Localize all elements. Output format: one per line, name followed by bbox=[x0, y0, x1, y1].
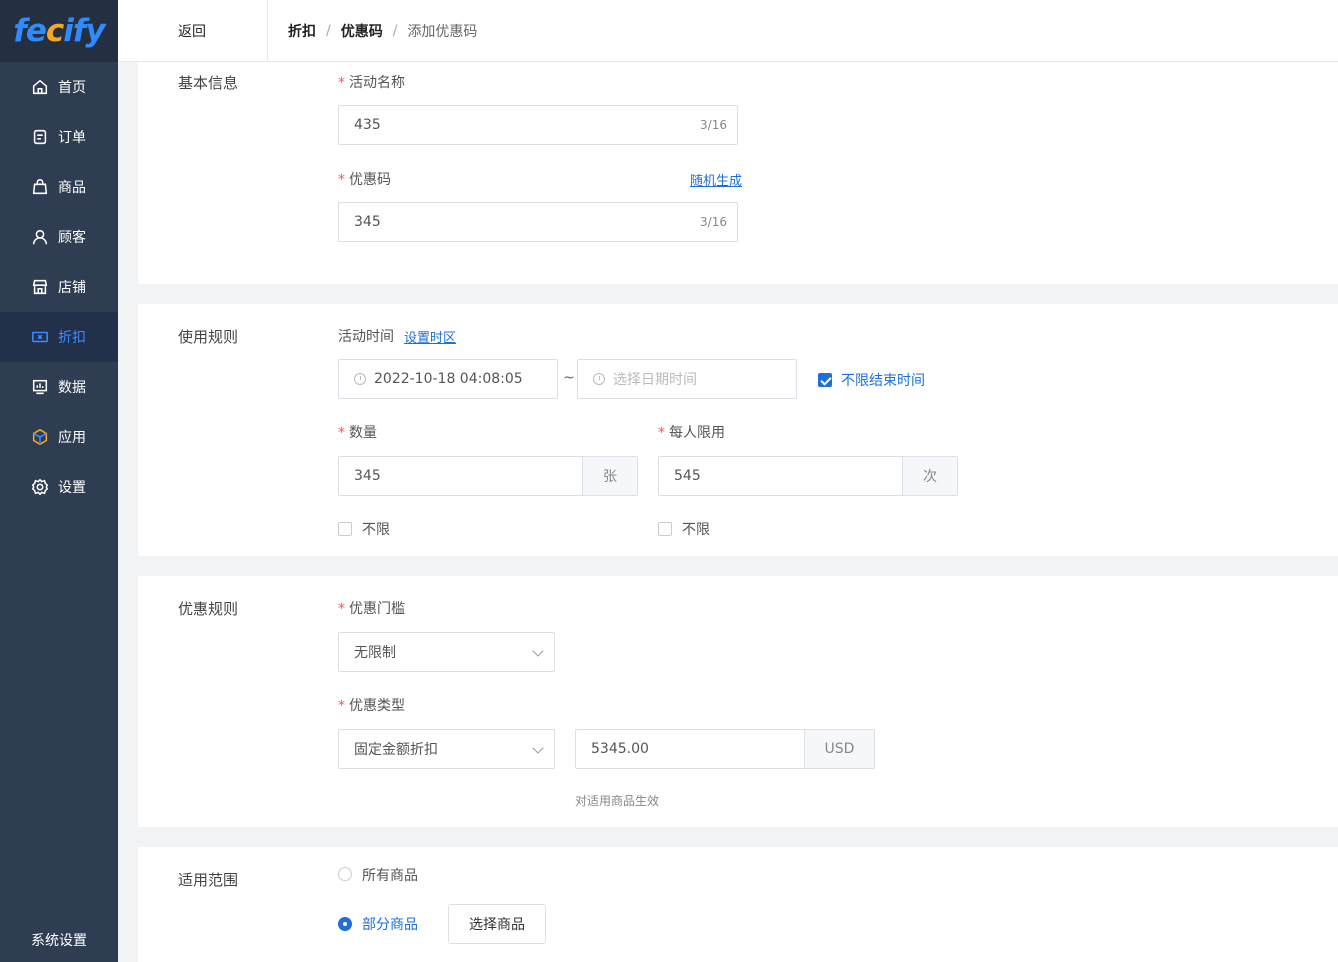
sidebar-item-products[interactable]: 商品 bbox=[0, 162, 118, 212]
sidebar-item-settings[interactable]: 设置 bbox=[0, 462, 118, 512]
store-icon bbox=[30, 277, 50, 297]
no-end-time-checkbox[interactable] bbox=[818, 373, 832, 387]
home-icon bbox=[30, 77, 50, 97]
sidebar-item-label: 首页 bbox=[58, 80, 86, 96]
quantity-input[interactable]: 345 张 bbox=[338, 456, 638, 496]
discount-amount-input[interactable]: 5345.00 USD bbox=[575, 729, 875, 769]
ticket-icon bbox=[30, 327, 50, 347]
all-products-label[interactable]: 所有商品 bbox=[362, 865, 418, 885]
per-user-limit-input[interactable]: 545 次 bbox=[658, 456, 958, 496]
per-user-unlimited-checkbox[interactable] bbox=[658, 522, 672, 536]
char-counter: 3/16 bbox=[700, 118, 727, 132]
char-counter: 3/16 bbox=[700, 215, 727, 229]
breadcrumb-separator: / bbox=[326, 22, 331, 39]
breadcrumb: 折扣 / 优惠码 / 添加优惠码 bbox=[268, 21, 477, 41]
end-time-input[interactable]: 选择日期时间 bbox=[577, 359, 797, 399]
logo-text: fecify bbox=[13, 13, 105, 49]
scope-card: 适用范围 所有商品 部分商品 选择商品 bbox=[138, 847, 1338, 962]
partial-products-label[interactable]: 部分商品 bbox=[362, 914, 418, 934]
top-header: 返回 折扣 / 优惠码 / 添加优惠码 bbox=[118, 0, 1338, 62]
sidebar-item-label: 设置 bbox=[58, 480, 86, 496]
order-icon bbox=[30, 127, 50, 147]
back-button[interactable]: 返回 bbox=[118, 0, 268, 62]
sidebar-item-apps[interactable]: 应用 bbox=[0, 412, 118, 462]
threshold-select[interactable]: 无限制 bbox=[338, 632, 555, 672]
choose-products-button[interactable]: 选择商品 bbox=[448, 904, 546, 944]
activity-name-input[interactable]: 435 3/16 bbox=[338, 105, 738, 145]
sidebar-item-customers[interactable]: 顾客 bbox=[0, 212, 118, 262]
activity-name-label: * 活动名称 bbox=[338, 75, 405, 91]
sidebar: fecify 首页 订单 商品 顾客 店铺 折扣 数据 应用 设置 系统设置 bbox=[0, 0, 118, 962]
discount-type-label: * 优惠类型 bbox=[338, 698, 405, 714]
range-separator: ~ bbox=[563, 370, 575, 386]
basic-info-card: 基本信息 * 活动名称 435 3/16 * 优惠码 随机生成 345 3/16 bbox=[138, 62, 1338, 284]
quantity-unit: 张 bbox=[582, 457, 637, 495]
breadcrumb-current: 添加优惠码 bbox=[407, 23, 478, 40]
sidebar-item-label: 订单 bbox=[58, 130, 86, 146]
section-title-basic: 基本信息 bbox=[178, 74, 239, 92]
sidebar-item-label: 顾客 bbox=[58, 230, 86, 246]
system-settings-link[interactable]: 系统设置 bbox=[0, 930, 118, 950]
sidebar-item-label: 折扣 bbox=[58, 330, 86, 346]
coupon-code-label: * 优惠码 bbox=[338, 172, 391, 188]
coupon-code-input[interactable]: 345 3/16 bbox=[338, 202, 738, 242]
chart-icon bbox=[30, 377, 50, 397]
all-products-radio[interactable] bbox=[338, 867, 352, 881]
threshold-label: * 优惠门槛 bbox=[338, 601, 405, 617]
section-title-scope: 适用范围 bbox=[178, 871, 239, 889]
quantity-unlimited-checkbox[interactable] bbox=[338, 522, 352, 536]
box-icon bbox=[30, 427, 50, 447]
gear-icon bbox=[30, 477, 50, 497]
sidebar-item-label: 应用 bbox=[58, 430, 86, 446]
partial-products-radio[interactable] bbox=[338, 917, 352, 931]
random-generate-link[interactable]: 随机生成 bbox=[690, 170, 742, 189]
bag-icon bbox=[30, 177, 50, 197]
sidebar-item-store[interactable]: 店铺 bbox=[0, 262, 118, 312]
per-user-unit: 次 bbox=[902, 457, 957, 495]
per-user-limit-label: * 每人限用 bbox=[658, 425, 725, 441]
clock-icon bbox=[354, 373, 366, 385]
sidebar-item-label: 商品 bbox=[58, 180, 86, 196]
user-icon bbox=[30, 227, 50, 247]
sidebar-item-home[interactable]: 首页 bbox=[0, 62, 118, 112]
main-content: 基本信息 * 活动名称 435 3/16 * 优惠码 随机生成 345 3/16 使… bbox=[118, 62, 1338, 962]
quantity-label: * 数量 bbox=[338, 425, 377, 441]
no-end-time-label[interactable]: 不限结束时间 bbox=[841, 370, 925, 390]
per-user-unlimited-label[interactable]: 不限 bbox=[682, 519, 710, 539]
sidebar-item-orders[interactable]: 订单 bbox=[0, 112, 118, 162]
clock-icon bbox=[593, 373, 605, 385]
chevron-down-icon bbox=[532, 645, 544, 657]
sidebar-item-label: 店铺 bbox=[58, 280, 86, 296]
breadcrumb-discount[interactable]: 折扣 bbox=[288, 21, 316, 41]
breadcrumb-separator: / bbox=[392, 22, 398, 39]
logo[interactable]: fecify bbox=[0, 0, 118, 62]
currency-unit: USD bbox=[804, 730, 874, 768]
quantity-unlimited-label[interactable]: 不限 bbox=[362, 519, 390, 539]
section-title-discount: 优惠规则 bbox=[178, 600, 239, 618]
set-timezone-link[interactable]: 设置时区 bbox=[404, 327, 456, 346]
discount-rules-card: 优惠规则 * 优惠门槛 无限制 * 优惠类型 固定金额折扣 5345.00 USD … bbox=[138, 576, 1338, 827]
discount-hint: 对适用商品生效 bbox=[575, 794, 660, 808]
breadcrumb-coupon[interactable]: 优惠码 bbox=[341, 21, 383, 41]
start-time-input[interactable]: 2022-10-18 04:08:05 bbox=[338, 359, 558, 399]
sidebar-item-label: 数据 bbox=[58, 380, 86, 396]
activity-time-label: 活动时间 bbox=[338, 329, 394, 345]
chevron-down-icon bbox=[532, 742, 544, 754]
sidebar-item-discount[interactable]: 折扣 bbox=[0, 312, 118, 362]
section-title-usage: 使用规则 bbox=[178, 328, 239, 346]
discount-type-select[interactable]: 固定金额折扣 bbox=[338, 729, 555, 769]
sidebar-item-data[interactable]: 数据 bbox=[0, 362, 118, 412]
usage-rules-card: 使用规则 活动时间 设置时区 2022-10-18 04:08:05 ~ 选择日… bbox=[138, 304, 1338, 556]
